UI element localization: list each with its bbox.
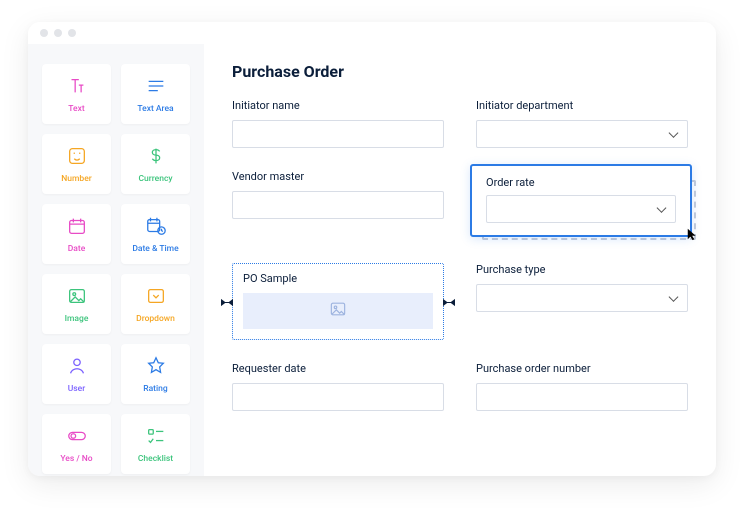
field-order-rate-dragging[interactable]: Order rate	[470, 164, 692, 237]
palette-label: User	[68, 384, 86, 394]
dropdown-icon	[144, 284, 168, 308]
window-dot	[54, 29, 62, 37]
palette-item-text[interactable]: Text	[42, 64, 111, 124]
palette-item-currency[interactable]: Currency	[121, 134, 190, 194]
palette-item-yesno[interactable]: Yes / No	[42, 414, 111, 474]
resize-handle-left[interactable]	[221, 292, 233, 311]
palette-label: Rating	[143, 384, 167, 394]
palette-label: Image	[65, 314, 89, 324]
field-order-rate-slot: Order rate	[476, 170, 688, 219]
field-requester-date[interactable]: Requester date	[232, 362, 444, 411]
field-purchase-order-number[interactable]: Purchase order number	[476, 362, 688, 411]
cursor-icon	[686, 226, 700, 240]
dropzone-body[interactable]	[243, 293, 433, 329]
datetime-icon	[144, 214, 168, 238]
palette-item-checklist[interactable]: Checklist	[121, 414, 190, 474]
palette-item-number[interactable]: Number	[42, 134, 111, 194]
toggle-icon	[65, 424, 89, 448]
field-po-sample[interactable]: PO Sample	[232, 263, 444, 340]
palette-label: Yes / No	[60, 454, 92, 464]
currency-icon	[144, 144, 168, 168]
form-canvas[interactable]: Purchase Order Initiator name Initiator …	[204, 44, 716, 476]
palette-label: Checklist	[138, 454, 173, 464]
palette-item-rating[interactable]: Rating	[121, 344, 190, 404]
field-label: Vendor master	[232, 170, 444, 183]
field-purchase-type[interactable]: Purchase type	[476, 263, 688, 340]
date-icon	[65, 214, 89, 238]
palette-label: Date	[68, 244, 86, 254]
rating-icon	[144, 354, 168, 378]
field-label: Requester date	[232, 362, 444, 375]
form-title: Purchase Order	[232, 62, 688, 81]
window-dot	[68, 29, 76, 37]
palette-label: Text Area	[137, 104, 173, 114]
window-dot	[40, 29, 48, 37]
user-icon	[65, 354, 89, 378]
palette-label: Dropdown	[136, 314, 175, 324]
input-purchase-order-number[interactable]	[476, 383, 688, 411]
select-purchase-type[interactable]	[476, 284, 688, 312]
field-palette: Text Text Area Number Currency	[28, 44, 204, 476]
select-initiator-department[interactable]	[476, 120, 688, 148]
text-icon	[65, 74, 89, 98]
window-titlebar	[28, 22, 716, 44]
field-label: Initiator department	[476, 99, 688, 112]
palette-item-datetime[interactable]: Date & Time	[121, 204, 190, 264]
field-label: Purchase order number	[476, 362, 688, 375]
select-order-rate[interactable]	[486, 195, 676, 223]
number-icon	[65, 144, 89, 168]
palette-item-image[interactable]: Image	[42, 274, 111, 334]
field-initiator-department[interactable]: Initiator department	[476, 99, 688, 148]
field-label: Order rate	[486, 176, 676, 189]
palette-label: Text	[68, 104, 84, 114]
checklist-icon	[144, 424, 168, 448]
palette-item-textarea[interactable]: Text Area	[121, 64, 190, 124]
input-vendor-master[interactable]	[232, 191, 444, 219]
field-initiator-name[interactable]: Initiator name	[232, 99, 444, 148]
palette-label: Currency	[138, 174, 172, 184]
app-window: Text Text Area Number Currency	[28, 22, 716, 476]
textarea-icon	[144, 74, 168, 98]
field-label: PO Sample	[243, 272, 433, 285]
field-label: Initiator name	[232, 99, 444, 112]
input-initiator-name[interactable]	[232, 120, 444, 148]
field-label: Purchase type	[476, 263, 688, 276]
palette-item-user[interactable]: User	[42, 344, 111, 404]
palette-label: Date & Time	[132, 244, 178, 254]
image-icon	[328, 299, 348, 323]
input-requester-date[interactable]	[232, 383, 444, 411]
palette-item-dropdown[interactable]: Dropdown	[121, 274, 190, 334]
palette-item-date[interactable]: Date	[42, 204, 111, 264]
field-vendor-master[interactable]: Vendor master	[232, 170, 444, 219]
image-icon	[65, 284, 89, 308]
palette-label: Number	[61, 174, 92, 184]
resize-handle-right[interactable]	[443, 292, 455, 311]
